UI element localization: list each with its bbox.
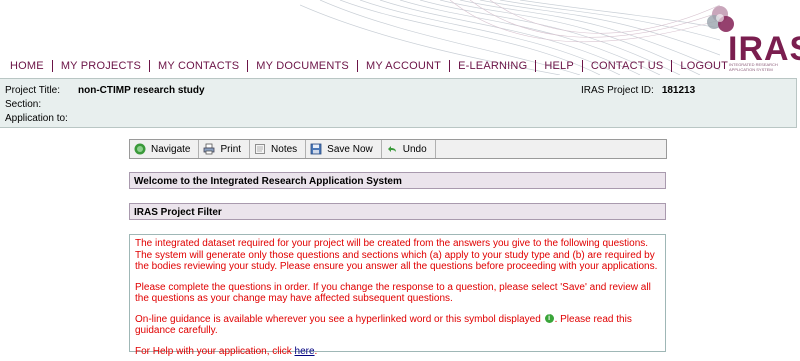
help-text: For Help with your application, click xyxy=(135,345,292,357)
application-to-label: Application to: xyxy=(5,113,68,124)
printer-icon xyxy=(204,143,215,155)
instruction-paragraph-1: The integrated dataset required for your… xyxy=(135,238,658,272)
help-here-link[interactable]: here xyxy=(295,346,315,357)
print-label: Print xyxy=(220,143,242,155)
project-title-value: non-CTIMP research study xyxy=(78,85,205,96)
nav-logout[interactable]: LOGOUT xyxy=(672,60,736,72)
site-header: IRAS INTEGRATED RESEARCH APPLICATION SYS… xyxy=(0,0,800,75)
section-row: Section: xyxy=(5,99,78,110)
instructions-panel: The integrated dataset required for your… xyxy=(129,234,666,357)
nav-home[interactable]: HOME xyxy=(3,60,52,72)
welcome-panel-header: Welcome to the Integrated Research Appli… xyxy=(129,172,666,189)
nav-contact-us[interactable]: CONTACT US xyxy=(583,60,672,72)
project-id: IRAS Project ID: 181213 xyxy=(581,85,695,96)
nav-e-learning[interactable]: E-LEARNING xyxy=(450,60,535,72)
nav-my-documents[interactable]: MY DOCUMENTS xyxy=(248,60,357,72)
project-title-label: Project Title: xyxy=(5,85,61,96)
navigate-icon xyxy=(134,143,146,155)
notes-icon xyxy=(255,144,265,154)
save-icon xyxy=(310,143,322,155)
undo-button[interactable]: Undo xyxy=(382,140,436,158)
project-id-value: 181213 xyxy=(661,85,696,96)
main-navigation: HOME MY PROJECTS MY CONTACTS MY DOCUMENT… xyxy=(3,58,736,74)
project-filter-panel-header: IRAS Project Filter xyxy=(129,203,666,220)
project-title-row: Project Title: non-CTIMP research study xyxy=(5,85,205,96)
project-info-bar: Project Title: non-CTIMP research study S… xyxy=(0,78,797,128)
notes-label: Notes xyxy=(271,143,298,155)
nav-help[interactable]: HELP xyxy=(536,60,582,72)
undo-label: Undo xyxy=(402,143,427,155)
save-now-button[interactable]: Save Now xyxy=(306,140,382,158)
application-row: Application to: xyxy=(5,113,78,124)
nav-my-account[interactable]: MY ACCOUNT xyxy=(358,60,449,72)
nav-my-contacts[interactable]: MY CONTACTS xyxy=(150,60,247,72)
guidance-text: On-line guidance is available wherever y… xyxy=(135,313,541,325)
form-toolbar: Navigate Print Notes Save Now Undo xyxy=(129,139,667,159)
nav-my-projects[interactable]: MY PROJECTS xyxy=(53,60,149,72)
help-text-end: . xyxy=(314,345,318,357)
guidance-info-icon[interactable]: i xyxy=(544,313,554,323)
instruction-paragraph-4: For Help with your application, click he… xyxy=(135,346,660,358)
notes-button[interactable]: Notes xyxy=(250,140,307,158)
section-label: Section: xyxy=(5,99,42,110)
project-id-label: IRAS Project ID: xyxy=(581,85,654,96)
undo-icon xyxy=(387,146,396,152)
logo-subtitle: INTEGRATED RESEARCH APPLICATION SYSTEM xyxy=(729,62,778,72)
save-now-label: Save Now xyxy=(327,143,373,155)
instruction-paragraph-2: Please complete the questions in order. … xyxy=(135,281,651,305)
navigate-label: Navigate xyxy=(151,143,191,155)
print-button[interactable]: Print xyxy=(199,140,251,158)
instruction-paragraph-3: On-line guidance is available wherever y… xyxy=(135,313,660,337)
navigate-button[interactable]: Navigate xyxy=(130,140,200,158)
